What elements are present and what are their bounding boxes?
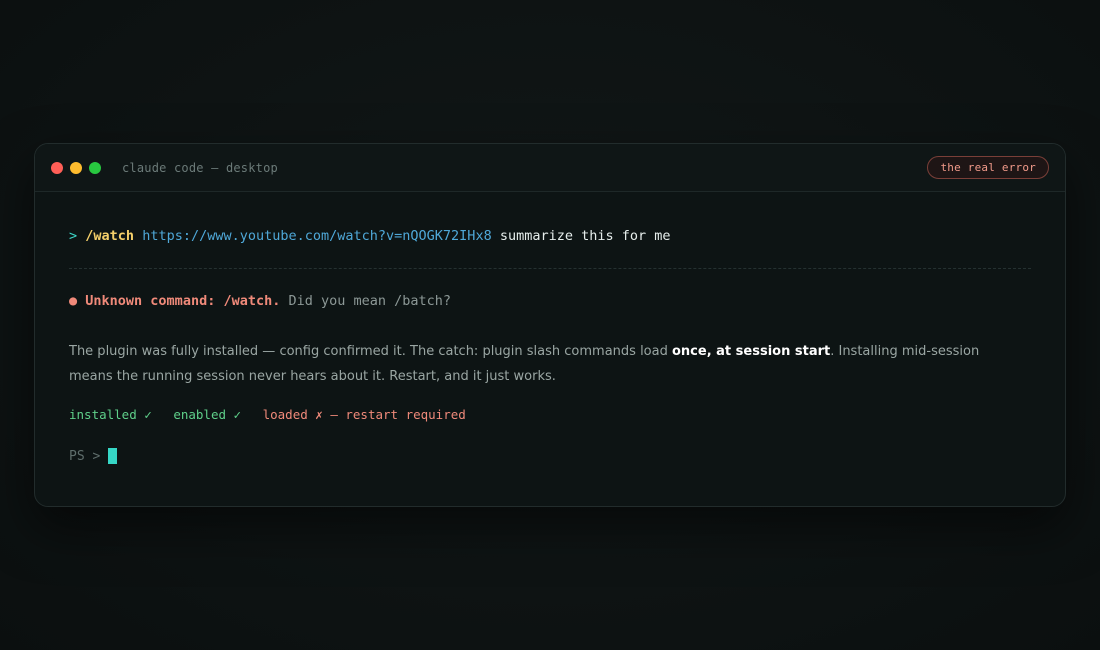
error-title: Unknown command: /watch. — [85, 293, 281, 309]
terminal-content: > /watch https://www.youtube.com/watch?v… — [35, 228, 1065, 464]
command-args: summarize this for me — [499, 228, 671, 244]
command-line: > /watch https://www.youtube.com/watch?v… — [69, 228, 1031, 244]
error-bullet-icon: ● — [69, 293, 78, 309]
video-url-link[interactable]: https://www.youtube.com/watch?v=nQOGK72I… — [142, 228, 492, 244]
slash-command: /watch — [85, 228, 135, 244]
explanation-text: The plugin was fully installed — config … — [69, 339, 1019, 389]
status-enabled: enabled ✓ — [173, 407, 242, 422]
minimize-window-button[interactable] — [70, 161, 82, 174]
status-installed: installed ✓ — [69, 407, 152, 422]
window-title: claude code — desktop — [122, 160, 278, 175]
shell-prompt-line[interactable]: PS > — [69, 448, 1031, 464]
prompt-chevron: > — [69, 228, 78, 244]
status-line: installed ✓ enabled ✓ loaded ✗ — restart… — [69, 407, 1031, 422]
title-bar: claude code — desktop the real error — [35, 144, 1065, 192]
explanation-before: The plugin was fully installed — config … — [69, 344, 672, 359]
maximize-window-button[interactable] — [89, 161, 101, 174]
text-cursor — [108, 448, 118, 464]
error-badge: the real error — [927, 156, 1049, 179]
error-suggestion: Did you mean /batch? — [288, 293, 452, 309]
close-window-button[interactable] — [51, 161, 63, 174]
error-message: ● Unknown command: /watch. Did you mean … — [69, 293, 1031, 309]
shell-prompt: PS > — [69, 448, 101, 464]
explanation-emphasis: once, at session start — [671, 344, 831, 359]
divider — [69, 268, 1031, 269]
status-loaded: loaded ✗ — restart required — [262, 407, 466, 422]
terminal-window: claude code — desktop the real error > /… — [34, 143, 1066, 507]
